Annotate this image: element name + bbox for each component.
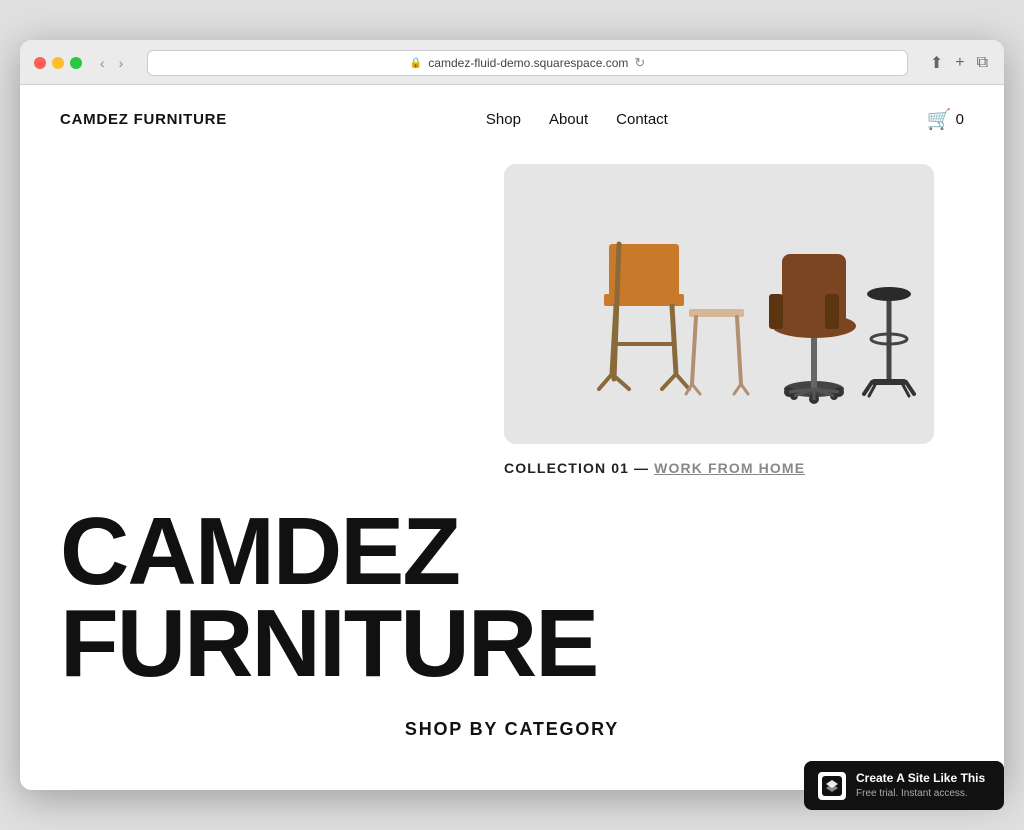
minimize-button[interactable] [52,57,64,69]
tabs-button[interactable]: ⧉ [975,52,990,74]
maximize-button[interactable] [70,57,82,69]
nav-about[interactable]: About [549,111,588,128]
cart-count: 0 [956,111,964,128]
squarespace-badge[interactable]: Create A Site Like This Free trial. Inst… [804,761,1004,810]
cart-icon: 🛒 [927,107,952,132]
collection-label: COLLECTION 01 — WORK FROM HOME [504,460,964,476]
hero-image [504,164,934,444]
squarespace-logo-icon [818,772,846,800]
site-nav: Shop About Contact [486,111,668,128]
back-button[interactable]: ‹ [96,54,109,72]
sq-sub-text: Free trial. Instant access. [856,787,985,800]
lock-icon: 🔒 [410,58,422,69]
site-header: CAMDEZ FURNITURE Shop About Contact 🛒 0 [20,85,1004,154]
shop-by-category: SHOP BY CATEGORY [60,719,964,760]
sq-logo-svg [822,776,842,796]
browser-chrome: ‹ › 🔒 camdez-fluid-demo.squarespace.com … [20,40,1004,85]
nav-shop[interactable]: Shop [486,111,521,128]
new-tab-button[interactable]: + [953,52,966,74]
nav-contact[interactable]: Contact [616,111,668,128]
forward-button[interactable]: › [115,54,128,72]
browser-window: ‹ › 🔒 camdez-fluid-demo.squarespace.com … [20,40,1004,789]
browser-controls: ‹ › [96,54,127,72]
url-text: camdez-fluid-demo.squarespace.com [428,56,628,70]
traffic-lights [34,57,82,69]
squarespace-text: Create A Site Like This Free trial. Inst… [856,771,985,800]
reload-button[interactable]: ↻ [634,55,645,71]
page-content: CAMDEZ FURNITURE Shop About Contact 🛒 0 [20,85,1004,789]
sq-main-text: Create A Site Like This [856,771,985,787]
collection-prefix: COLLECTION 01 — [504,460,654,476]
big-headline: CAMDEZ FURNITURE [60,506,964,688]
collection-link[interactable]: WORK FROM HOME [654,460,805,476]
chairs-svg [504,164,934,444]
address-bar[interactable]: 🔒 camdez-fluid-demo.squarespace.com ↻ [147,50,907,76]
cart-area[interactable]: 🛒 0 [927,107,964,132]
top-section: COLLECTION 01 — WORK FROM HOME [60,164,964,476]
right-panel: COLLECTION 01 — WORK FROM HOME [504,164,964,476]
close-button[interactable] [34,57,46,69]
browser-actions: ⬆ + ⧉ [928,51,990,75]
share-button[interactable]: ⬆ [928,51,945,75]
site-logo[interactable]: CAMDEZ FURNITURE [60,111,227,128]
main-content: COLLECTION 01 — WORK FROM HOME CAMDEZ FU… [20,154,1004,789]
